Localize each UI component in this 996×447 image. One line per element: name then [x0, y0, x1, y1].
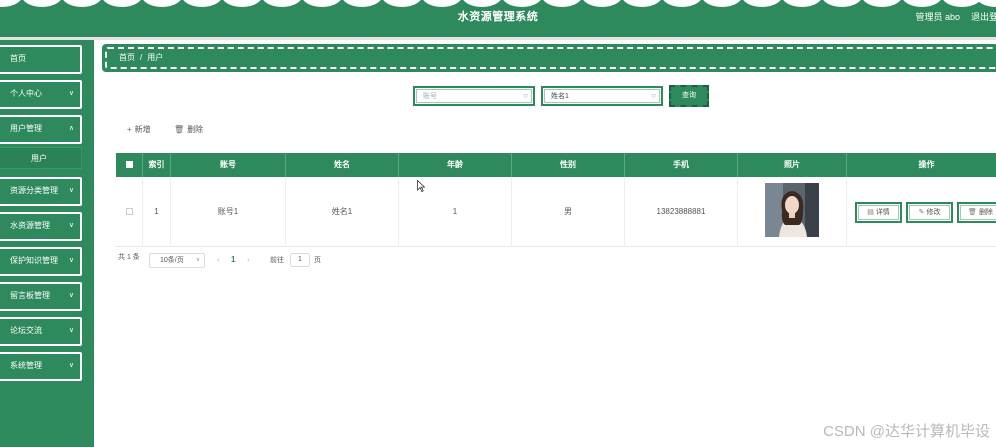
chevron-down-icon: ∨ — [68, 292, 74, 299]
sidebar-item-label: 个人中心 — [10, 89, 42, 98]
sidebar-item-protection-knowledge[interactable]: 保护知识管理 ∨ — [0, 247, 82, 276]
cell-index: 1 — [143, 177, 171, 247]
goto-page-input[interactable]: 1 — [290, 253, 310, 267]
column-header: 索引 — [143, 153, 171, 177]
chevron-down-icon: ∨ — [68, 90, 74, 97]
sidebar: 首页 个人中心 ∨ 用户管理 ∧ 用户 资源分类管理 ∨ 水资源管理 ∨ 保护知… — [0, 40, 94, 447]
sidebar-subitem-users[interactable]: 用户 — [0, 147, 82, 169]
sidebar-item-label: 保护知识管理 — [10, 256, 58, 265]
sidebar-item-label: 论坛交流 — [10, 326, 42, 335]
cell-account: 账号1 — [171, 177, 286, 247]
mouse-cursor-icon — [417, 180, 425, 192]
sidebar-item-resource-category[interactable]: 资源分类管理 ∨ — [0, 177, 82, 206]
prev-page-icon[interactable]: ‹ — [217, 255, 220, 264]
pagination-total: 共 1 条 — [118, 254, 140, 261]
column-header: 年龄 — [399, 153, 512, 177]
sidebar-item-system[interactable]: 系统管理 ∨ — [0, 352, 82, 381]
cell-photo — [738, 177, 847, 247]
header-scallop-decoration — [0, 0, 996, 7]
sidebar-item-home[interactable]: 首页 — [0, 45, 82, 74]
chevron-down-icon: ∨ — [68, 257, 74, 264]
row-checkbox[interactable] — [125, 208, 133, 216]
app-title: 水资源管理系统 — [457, 11, 539, 23]
search-icon: ○ — [651, 91, 656, 100]
top-header: 水资源管理系统 管理员 abo 退出登 — [0, 0, 996, 37]
sidebar-item-message-board[interactable]: 留言板管理 ∨ — [0, 282, 82, 311]
sidebar-item-user-management[interactable]: 用户管理 ∧ — [0, 115, 82, 144]
chevron-down-icon: ∨ — [68, 327, 74, 334]
cell-name: 姓名1 — [286, 177, 399, 247]
column-header: 账号 — [171, 153, 286, 177]
logout-link[interactable]: 退出登 — [971, 10, 996, 23]
sidebar-item-label: 水资源管理 — [10, 221, 50, 230]
name-search-field[interactable]: ○ — [541, 86, 663, 106]
chevron-down-icon: ∨ — [195, 257, 200, 263]
column-header: 操作 — [918, 160, 935, 169]
sidebar-item-water-resource[interactable]: 水资源管理 ∨ — [0, 212, 82, 241]
breadcrumb: 首页 / 用户 — [102, 44, 996, 72]
sidebar-item-forum[interactable]: 论坛交流 ∨ — [0, 317, 82, 346]
sidebar-item-label: 系统管理 — [10, 361, 42, 370]
sidebar-item-profile[interactable]: 个人中心 ∨ — [0, 80, 82, 109]
cell-phone: 13823888881 — [625, 177, 738, 247]
trash-icon: 🗑 — [174, 125, 185, 134]
account-search-field[interactable]: ○ — [413, 86, 535, 106]
breadcrumb-home[interactable]: 首页 — [119, 53, 135, 62]
chevron-up-icon: ∧ — [68, 125, 74, 132]
next-page-icon[interactable]: › — [247, 255, 250, 264]
edit-button[interactable]: ✎ 修改 — [906, 202, 953, 223]
watermark: CSDN @达华计算机毕设 — [823, 423, 990, 440]
breadcrumb-current: 用户 — [147, 53, 164, 62]
column-header: 性别 — [512, 153, 625, 177]
select-all-cell[interactable] — [116, 153, 143, 177]
chevron-down-icon: ∨ — [68, 222, 74, 229]
user-photo[interactable] — [765, 183, 819, 237]
goto-suffix: 页 — [314, 257, 321, 264]
cell-gender: 男 — [512, 177, 625, 247]
page-size-select[interactable]: 10条/页 ∨ — [149, 253, 205, 268]
add-button[interactable]: + 新增 — [127, 124, 151, 135]
breadcrumb-separator: / — [140, 53, 143, 62]
sidebar-item-label: 首页 — [10, 54, 26, 63]
chevron-down-icon: ∨ — [68, 187, 74, 194]
table-row: 1 账号1 姓名1 1 男 13823888881 ▤ 详情 ✎ 修改 🗑 删除 — [116, 177, 996, 247]
page-number-current[interactable]: 1 — [231, 255, 235, 264]
header-divider — [0, 37, 996, 40]
chevron-down-icon: ∨ — [68, 362, 74, 369]
query-button[interactable]: 查询 — [669, 85, 709, 107]
table-header: 索引 账号 姓名 年龄 性别 手机 照片 操作 — [116, 153, 996, 177]
detail-button[interactable]: ▤ 详情 — [855, 202, 902, 223]
account-search-input[interactable] — [423, 90, 518, 102]
plus-icon: + — [127, 125, 132, 134]
select-all-checkbox[interactable] — [125, 161, 133, 169]
name-search-input[interactable] — [551, 90, 646, 102]
cell-operations: ▤ 详情 ✎ 修改 🗑 删除 — [847, 177, 996, 247]
row-select-cell[interactable] — [116, 177, 143, 247]
search-icon: ○ — [523, 91, 528, 100]
sidebar-item-label: 留言板管理 — [10, 291, 50, 300]
sidebar-item-label: 用户管理 — [10, 124, 42, 133]
delete-button[interactable]: 🗑 删除 — [957, 202, 996, 223]
current-user: 管理员 abo — [915, 12, 960, 22]
batch-delete-button[interactable]: 🗑 删除 — [174, 124, 203, 135]
column-header: 手机 — [625, 153, 738, 177]
column-header: 照片 — [738, 153, 847, 177]
column-header: 姓名 — [286, 153, 399, 177]
cell-age: 1 — [399, 177, 512, 247]
sidebar-item-label: 资源分类管理 — [10, 186, 58, 195]
goto-label: 前往 — [270, 257, 284, 264]
